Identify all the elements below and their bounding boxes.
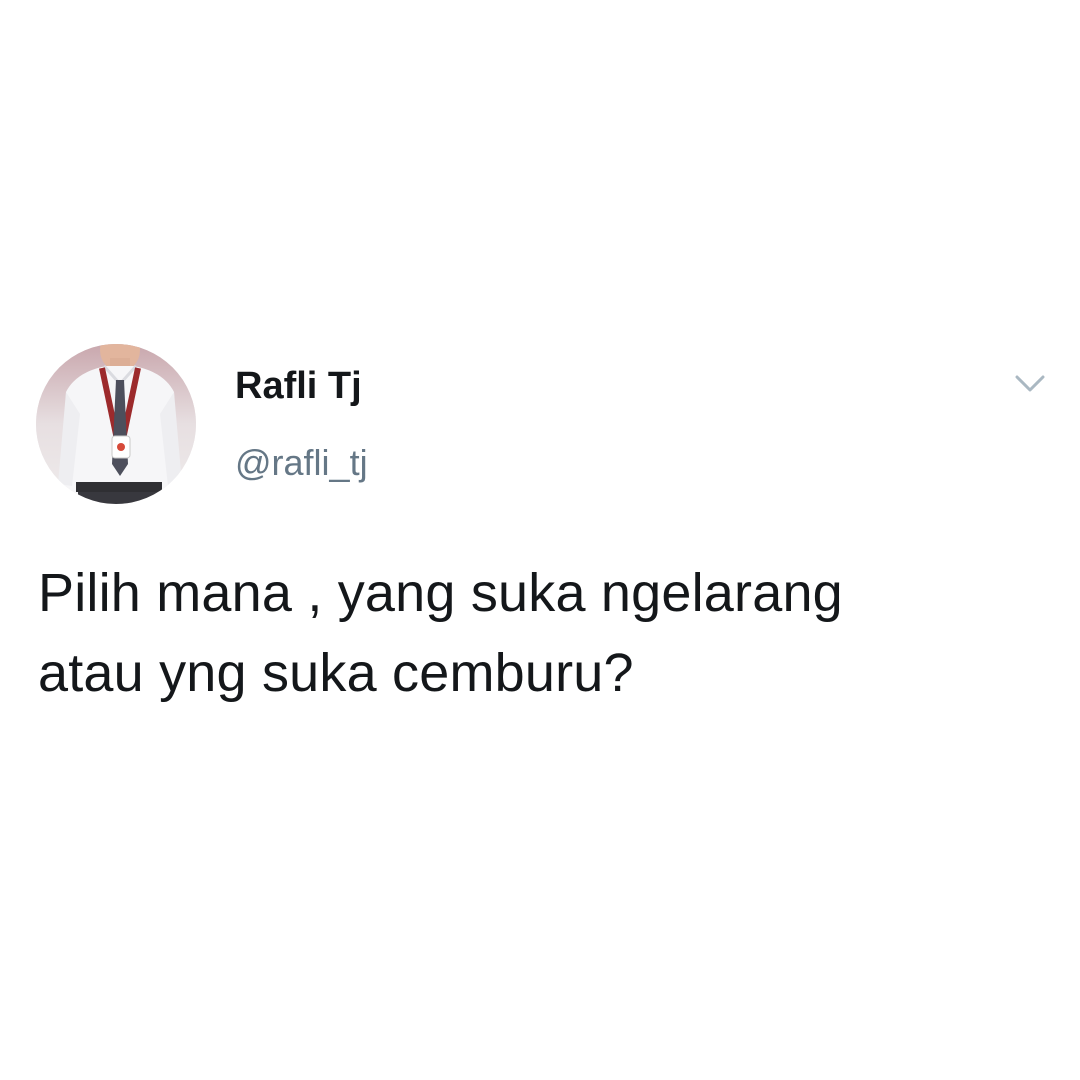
tweet-text: Pilih mana , yang suka ngelarang atau yn… xyxy=(38,563,843,703)
tweet-screenshot: Rafli Tj @rafli_tj Pilih mana , yang suk… xyxy=(0,0,1080,1080)
chevron-down-glyph xyxy=(1015,375,1045,392)
chevron-down-icon[interactable] xyxy=(1008,366,1052,402)
avatar[interactable] xyxy=(36,344,196,504)
author-display-name[interactable]: Rafli Tj xyxy=(235,362,362,410)
author-handle[interactable]: @rafli_tj xyxy=(235,440,368,486)
avatar-photo xyxy=(36,344,196,504)
